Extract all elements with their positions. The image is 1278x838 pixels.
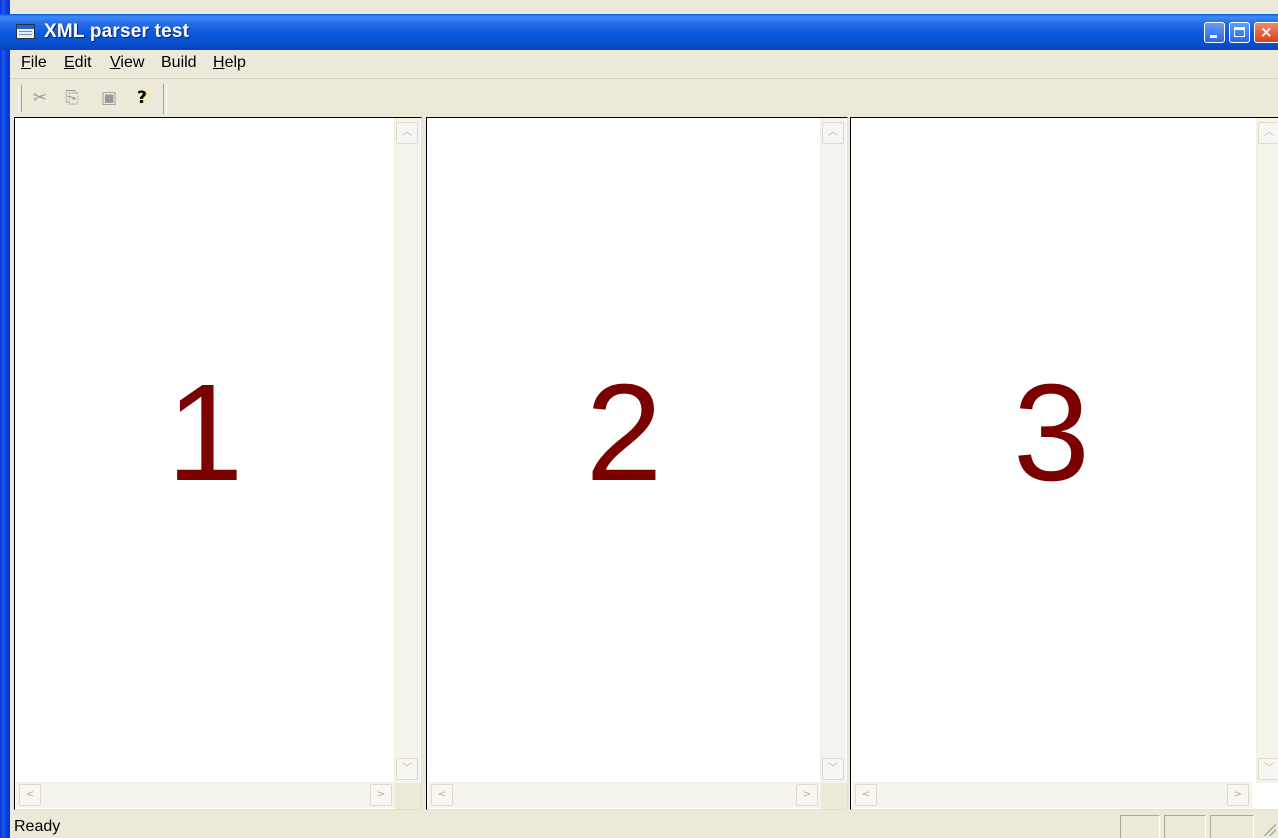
- scroll-up-icon[interactable]: ︿: [822, 122, 844, 144]
- toolbar: ✂ ⎘ ▣ ??: [10, 80, 1278, 116]
- resize-grip-icon[interactable]: [1262, 822, 1276, 836]
- close-button[interactable]: ×: [1254, 22, 1278, 43]
- view-pane-1[interactable]: 1 ︿ ﹀ < >: [14, 117, 422, 810]
- scroll-corner: [395, 783, 421, 809]
- scroll-left-icon[interactable]: <: [855, 784, 877, 806]
- scroll-down-icon[interactable]: ﹀: [822, 758, 844, 780]
- close-icon: ×: [1260, 23, 1273, 41]
- scroll-right-icon[interactable]: >: [796, 784, 818, 806]
- status-bar: Ready: [10, 812, 1278, 838]
- window-title: XML parser test: [44, 21, 190, 42]
- title-bar[interactable]: XML parser test ×: [0, 14, 1278, 50]
- vertical-scrollbar[interactable]: ︿ ﹀: [820, 118, 846, 783]
- scroll-left-icon[interactable]: <: [431, 784, 453, 806]
- vertical-scrollbar[interactable]: ︿ ﹀: [394, 118, 420, 783]
- app-icon[interactable]: [16, 24, 35, 39]
- menu-edit[interactable]: Edit: [64, 54, 92, 72]
- toolbar-grip[interactable]: [18, 85, 22, 112]
- pane-number: 2: [585, 356, 663, 510]
- scroll-corner: [821, 783, 847, 809]
- paste-icon[interactable]: ▣: [97, 86, 121, 110]
- pane-number: 3: [1013, 356, 1090, 510]
- status-panel: [1120, 815, 1160, 838]
- menu-file[interactable]: File: [21, 54, 47, 72]
- scroll-up-icon[interactable]: ︿: [1258, 122, 1278, 144]
- menu-help[interactable]: Help: [213, 54, 246, 72]
- help-icon[interactable]: ??: [132, 86, 156, 110]
- scroll-down-icon[interactable]: ﹀: [396, 758, 418, 780]
- cut-icon[interactable]: ✂: [28, 86, 52, 110]
- view-pane-3[interactable]: 3 ︿ ﹀ < >: [850, 117, 1278, 810]
- scroll-up-icon[interactable]: ︿: [396, 122, 418, 144]
- copy-icon[interactable]: ⎘: [60, 86, 84, 110]
- horizontal-scrollbar[interactable]: < >: [852, 782, 1252, 808]
- menu-build[interactable]: Build: [161, 54, 197, 72]
- status-panel: [1164, 815, 1206, 838]
- status-text: Ready: [14, 818, 61, 835]
- pane-number: 1: [166, 356, 244, 510]
- status-panel: [1210, 815, 1254, 838]
- scroll-right-icon[interactable]: >: [1227, 784, 1249, 806]
- vertical-scrollbar[interactable]: ︿ ﹀: [1256, 118, 1278, 783]
- maximize-button[interactable]: [1229, 22, 1250, 43]
- scroll-right-icon[interactable]: >: [370, 784, 392, 806]
- horizontal-scrollbar[interactable]: < >: [428, 782, 821, 808]
- scroll-down-icon[interactable]: ﹀: [1258, 758, 1278, 780]
- horizontal-scrollbar[interactable]: < >: [16, 782, 395, 808]
- view-pane-2[interactable]: 2 ︿ ﹀ < >: [426, 117, 848, 810]
- app-window: XML parser test × File Edit View Build H…: [0, 0, 1278, 838]
- minimize-button[interactable]: [1204, 22, 1225, 43]
- menu-bar: File Edit View Build Help: [10, 50, 1278, 79]
- menu-view[interactable]: View: [110, 54, 144, 72]
- window-border: [0, 0, 10, 838]
- toolbar-separator: [163, 84, 167, 114]
- scroll-left-icon[interactable]: <: [19, 784, 41, 806]
